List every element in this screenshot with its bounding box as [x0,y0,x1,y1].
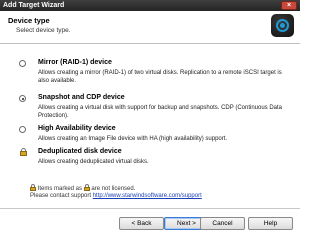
cancel-button[interactable]: Cancel [200,217,245,230]
option-title: Snapshot and CDP device [38,94,125,101]
back-button[interactable]: < Back [119,217,164,230]
lock-icon [83,184,90,191]
starwind-logo-icon [271,14,294,37]
footer-divider [0,208,300,209]
mirror-radio[interactable] [19,60,26,67]
snapshot-cdp-radio[interactable] [19,95,26,102]
help-button[interactable]: Help [248,217,293,230]
high-availability-radio[interactable] [19,126,26,133]
window-title: Add Target Wizard [3,2,65,9]
page-subtitle: Select device type. [16,27,71,34]
option-description: Allows creating deduplicated virtual dis… [38,159,149,165]
option-title: Deduplicated disk device [38,148,122,155]
close-icon[interactable]: × [281,1,297,10]
support-note-prefix: Please contact support [30,193,92,199]
support-link[interactable]: http://www.starwindsoftware.com/support [93,193,202,199]
lock-icon [30,184,36,191]
option-title: Mirror (RAID-1) device [38,59,112,66]
page-title: Device type [8,16,50,25]
support-note: Please contact support http://www.starwi… [30,193,202,199]
license-note-prefix: Items marked as [37,186,83,192]
license-note-suffix: are not licensed. [91,186,136,192]
option-title: High Availability device [38,125,116,132]
option-description: Allows creating a virtual disk with supp… [38,105,283,119]
lock-icon [20,148,27,156]
license-note: Items marked as are not licensed. [30,184,135,192]
title-bar: Add Target Wizard × [0,0,300,11]
option-description: Allows creating a mirror (RAID-1) of two… [38,70,282,84]
option-description: Allows creating an Image File device wit… [38,136,228,142]
wizard-window: Add Target Wizard × Device type Select d… [0,0,300,240]
wizard-header: Device type Select device type. [0,11,300,44]
